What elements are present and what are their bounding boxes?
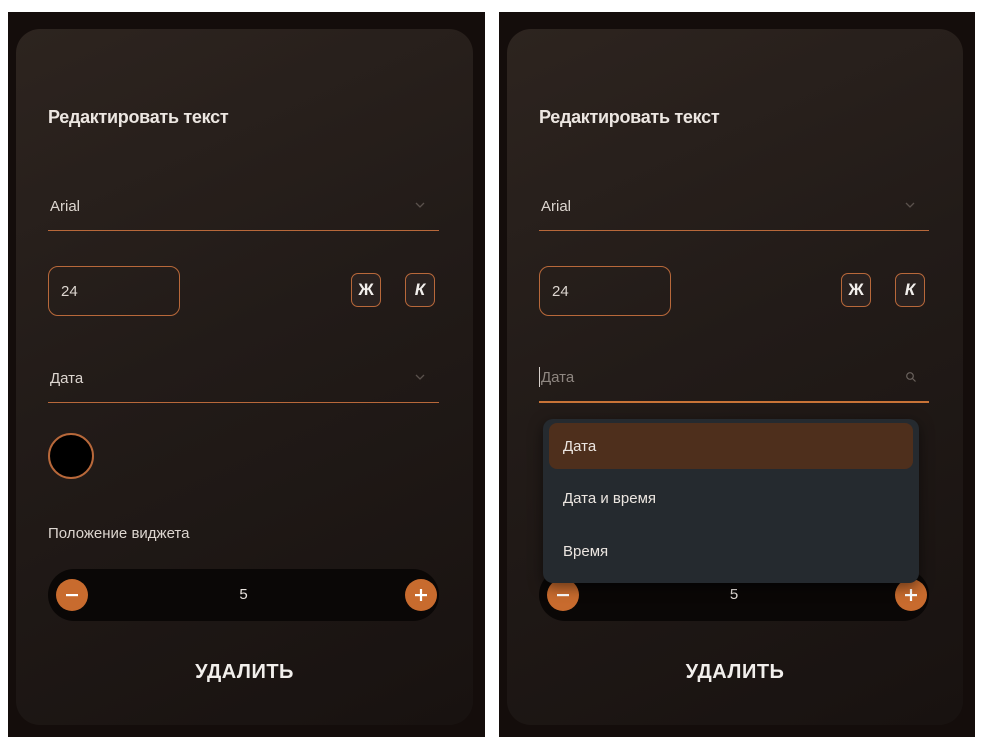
option-label: Дата (563, 438, 597, 455)
card-title: Редактировать текст (539, 107, 720, 127)
delete-button[interactable]: УДАЛИТЬ (507, 661, 963, 684)
plus-icon (415, 589, 427, 601)
chevron-down-icon (905, 202, 915, 208)
chevron-down-icon (415, 202, 425, 208)
font-select-value: Arial (541, 198, 572, 215)
option-label: Время (563, 543, 609, 560)
italic-button[interactable]: К (895, 273, 925, 307)
search-icon (906, 372, 916, 382)
type-select-value: Дата (50, 370, 84, 387)
type-search-placeholder: Дата (541, 369, 575, 386)
font-size-input[interactable]: 24 (48, 266, 180, 316)
font-select-value: Arial (50, 198, 81, 215)
type-dropdown: Дата Дата и время Время (543, 419, 919, 583)
right-panel-frame: Редактировать текст Arial 24 Ж К 5 УДАЛИ… (499, 12, 975, 737)
font-select[interactable]: Arial (539, 184, 929, 231)
option-label: Дата и время (563, 490, 657, 507)
bold-button[interactable]: Ж (841, 273, 871, 307)
delete-button[interactable]: УДАЛИТЬ (16, 661, 473, 684)
color-picker-swatch[interactable] (48, 433, 94, 479)
widget-position-label: Положение виджета (48, 525, 190, 542)
font-select[interactable]: Arial (48, 184, 439, 231)
stepper-value: 5 (729, 586, 739, 603)
increment-button[interactable] (895, 579, 927, 611)
font-size-value: 24 (552, 283, 569, 300)
bold-button[interactable]: Ж (351, 273, 381, 307)
dropdown-option-date[interactable]: Дата (549, 423, 913, 469)
plus-icon (905, 589, 917, 601)
dropdown-option-time[interactable]: Время (549, 528, 913, 574)
position-stepper: 5 (48, 569, 439, 621)
edit-text-card: Редактировать текст Arial 24 Ж К 5 УДАЛИ… (507, 29, 963, 725)
font-size-value: 24 (61, 283, 78, 300)
type-search-input[interactable]: Дата (539, 355, 929, 403)
chevron-down-icon (415, 374, 425, 380)
italic-button[interactable]: К (405, 273, 435, 307)
edit-text-card: Редактировать текст Arial 24 Ж К Дата По… (16, 29, 473, 725)
dropdown-option-date-time[interactable]: Дата и время (549, 475, 913, 521)
text-caret (539, 367, 540, 387)
left-panel-frame: Редактировать текст Arial 24 Ж К Дата По… (8, 12, 485, 737)
card-title: Редактировать текст (48, 107, 229, 127)
font-size-input[interactable]: 24 (539, 266, 671, 316)
stepper-value: 5 (239, 586, 248, 603)
increment-button[interactable] (405, 579, 437, 611)
type-select[interactable]: Дата (48, 356, 439, 403)
